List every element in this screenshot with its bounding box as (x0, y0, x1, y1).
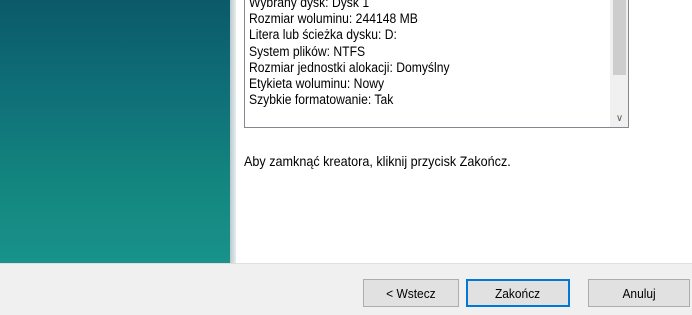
summary-scrollbar[interactable]: ∨ (610, 0, 628, 127)
summary-line-volume-size: Rozmiar woluminu: 244148 MB (249, 11, 418, 27)
finish-button[interactable]: Zakończ (466, 279, 570, 307)
summary-line-allocation-unit: Rozmiar jednostki alokacji: Domyślny (249, 59, 450, 75)
scrollbar-thumb[interactable] (613, 0, 626, 75)
summary-line-quick-format: Szybkie formatowanie: Tak (249, 92, 394, 108)
wizard-content: Wybrany dysk: Dysk 1 Rozmiar woluminu: 2… (236, 0, 692, 263)
back-button[interactable]: < Wstecz (363, 279, 459, 307)
footer-divider (0, 263, 692, 264)
back-button-label: < Wstecz (386, 285, 436, 301)
finish-button-label: Zakończ (495, 285, 541, 301)
settings-summary-text: Wybrany dysk: Dysk 1 Rozmiar woluminu: 2… (249, 0, 573, 108)
scroll-down-button[interactable]: ∨ (611, 110, 628, 127)
settings-summary-box[interactable]: Wybrany dysk: Dysk 1 Rozmiar woluminu: 2… (244, 0, 629, 128)
cancel-button[interactable]: Anuluj (588, 279, 690, 307)
summary-line-volume-label: Etykieta woluminu: Nowy (249, 76, 385, 92)
summary-line-drive-letter: Litera lub ścieżka dysku: D: (249, 27, 397, 43)
cancel-button-label: Anuluj (622, 285, 656, 301)
summary-line-file-system: System plików: NTFS (249, 43, 366, 59)
chevron-down-icon: ∨ (615, 113, 624, 124)
finish-instruction: Aby zamknąć kreatora, kliknij przycisk Z… (244, 153, 511, 169)
wizard-side-panel (0, 0, 230, 263)
summary-line-disk: Wybrany dysk: Dysk 1 (249, 0, 370, 10)
